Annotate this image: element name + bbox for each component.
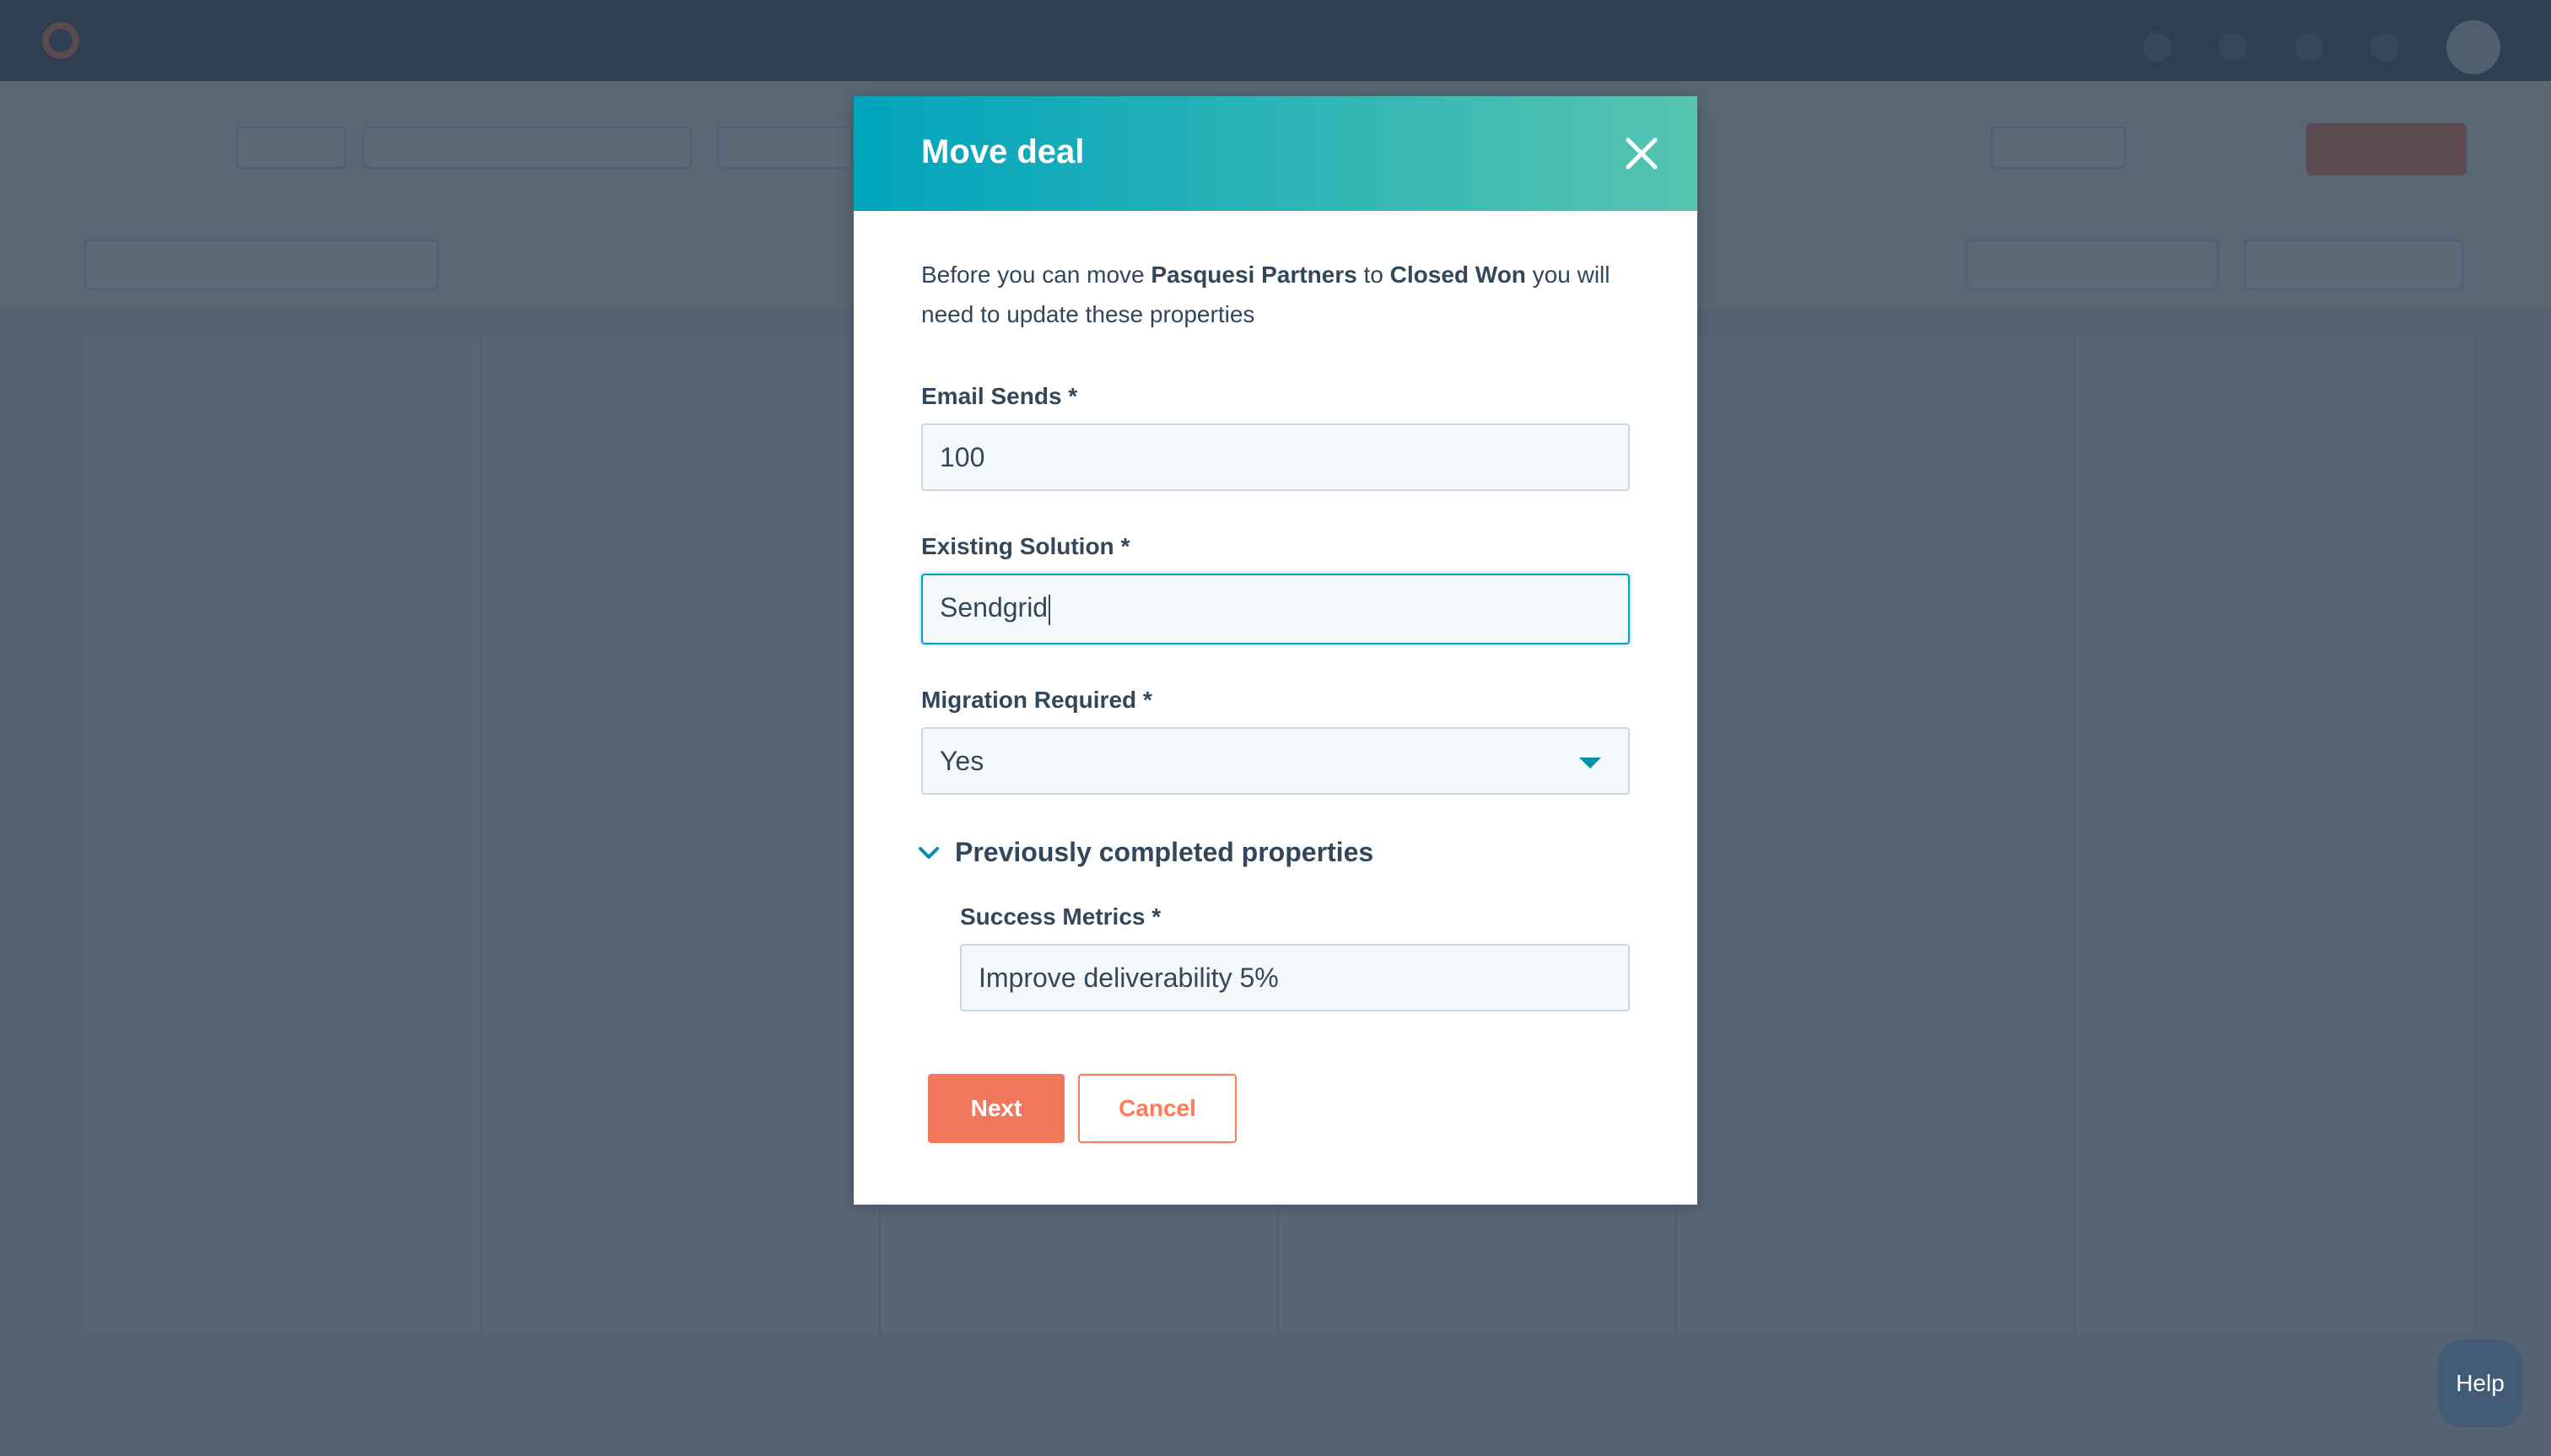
dialog-footer: Next Cancel [928, 1074, 1630, 1143]
previously-completed-toggle[interactable]: Previously completed properties [914, 837, 1630, 868]
success-metrics-field[interactable]: Improve deliverability 5% [960, 944, 1630, 1011]
dialog-title: Move deal [921, 133, 1085, 170]
move-deal-dialog: Move deal Before you can move Pasquesi P… [854, 96, 1697, 1205]
deal-name: Pasquesi Partners [1151, 262, 1357, 288]
email-sends-field[interactable]: 100 [921, 423, 1630, 491]
help-button[interactable]: Help [2438, 1340, 2522, 1427]
migration-required-label: Migration Required * [921, 687, 1152, 713]
migration-required-value: Yes [940, 746, 984, 776]
close-icon [1626, 138, 1658, 170]
text-cursor [1049, 594, 1051, 625]
migration-required-group: Migration Required * Yes [921, 687, 1630, 795]
intro-prefix: Before you can move [921, 262, 1151, 288]
intro-middle: to [1356, 262, 1390, 288]
migration-required-select[interactable]: Yes [921, 727, 1630, 795]
next-button[interactable]: Next [928, 1074, 1065, 1143]
email-sends-label: Email Sends * [921, 383, 1078, 409]
close-button[interactable] [1621, 133, 1662, 174]
target-stage: Closed Won [1389, 262, 1526, 288]
existing-solution-label: Existing Solution * [921, 533, 1130, 559]
dialog-body: Before you can move Pasquesi Partners to… [854, 211, 1697, 1143]
intro-text: Before you can move Pasquesi Partners to… [921, 255, 1630, 334]
cancel-button[interactable]: Cancel [1078, 1074, 1237, 1143]
previously-completed-label: Previously completed properties [955, 837, 1374, 867]
existing-solution-group: Existing Solution * Sendgrid [921, 533, 1630, 644]
success-metrics-label: Success Metrics * [960, 903, 1162, 930]
existing-solution-value: Sendgrid [940, 592, 1049, 623]
existing-solution-field[interactable]: Sendgrid [921, 574, 1630, 644]
chevron-down-icon [919, 846, 939, 859]
email-sends-group: Email Sends * 100 [921, 383, 1630, 491]
previously-completed-section: Success Metrics * Improve deliverability… [960, 903, 1630, 1011]
caret-down-icon [1579, 758, 1601, 768]
dialog-header: Move deal [854, 96, 1697, 211]
